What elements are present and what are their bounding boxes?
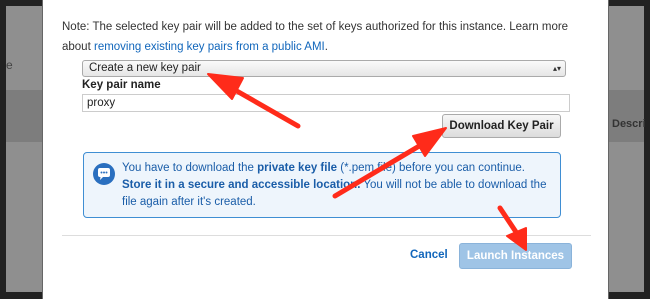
info-bold-text: Store it in a secure and accessible loca… [122, 179, 361, 191]
background-column-header: Descri [612, 118, 646, 130]
note-suffix: . [324, 41, 328, 53]
key-pair-name-label: Key pair name [82, 79, 161, 91]
select-caret-icon: ▴▾ [552, 64, 561, 73]
key-pair-select-value: Create a new key pair [89, 62, 201, 74]
select-key-pair-dialog: Note: The selected key pair will be adde… [42, 0, 609, 299]
download-key-pair-button[interactable]: Download Key Pair [442, 114, 561, 138]
background-page-left: e [6, 6, 42, 292]
background-table-header [6, 90, 42, 142]
info-text: You have to download the [122, 162, 258, 174]
info-text: (*.pem file) before you can continue. [337, 162, 525, 174]
download-info-alert: You have to download the private key fil… [83, 152, 561, 218]
launch-instances-button[interactable]: Launch Instances [459, 243, 572, 269]
background-page-right: Descri [609, 6, 646, 292]
chat-bubble-icon [93, 163, 115, 185]
background-table-header [609, 90, 644, 142]
remove-key-pairs-link[interactable]: removing existing key pairs from a publi… [94, 41, 325, 53]
download-info-message: You have to download the private key fil… [122, 160, 554, 211]
key-pair-name-input[interactable]: proxy [82, 94, 570, 112]
footer-divider [62, 235, 591, 236]
background-glyph: e [6, 58, 13, 72]
key-pair-select[interactable]: Create a new key pair ▴▾ [82, 60, 566, 77]
key-pair-note: Note: The selected key pair will be adde… [62, 17, 592, 57]
info-bold-text: private key file [257, 162, 338, 174]
screenshot-frame: e Descri Note: The selected key pair wil… [0, 0, 650, 299]
cancel-button[interactable]: Cancel [410, 249, 448, 261]
